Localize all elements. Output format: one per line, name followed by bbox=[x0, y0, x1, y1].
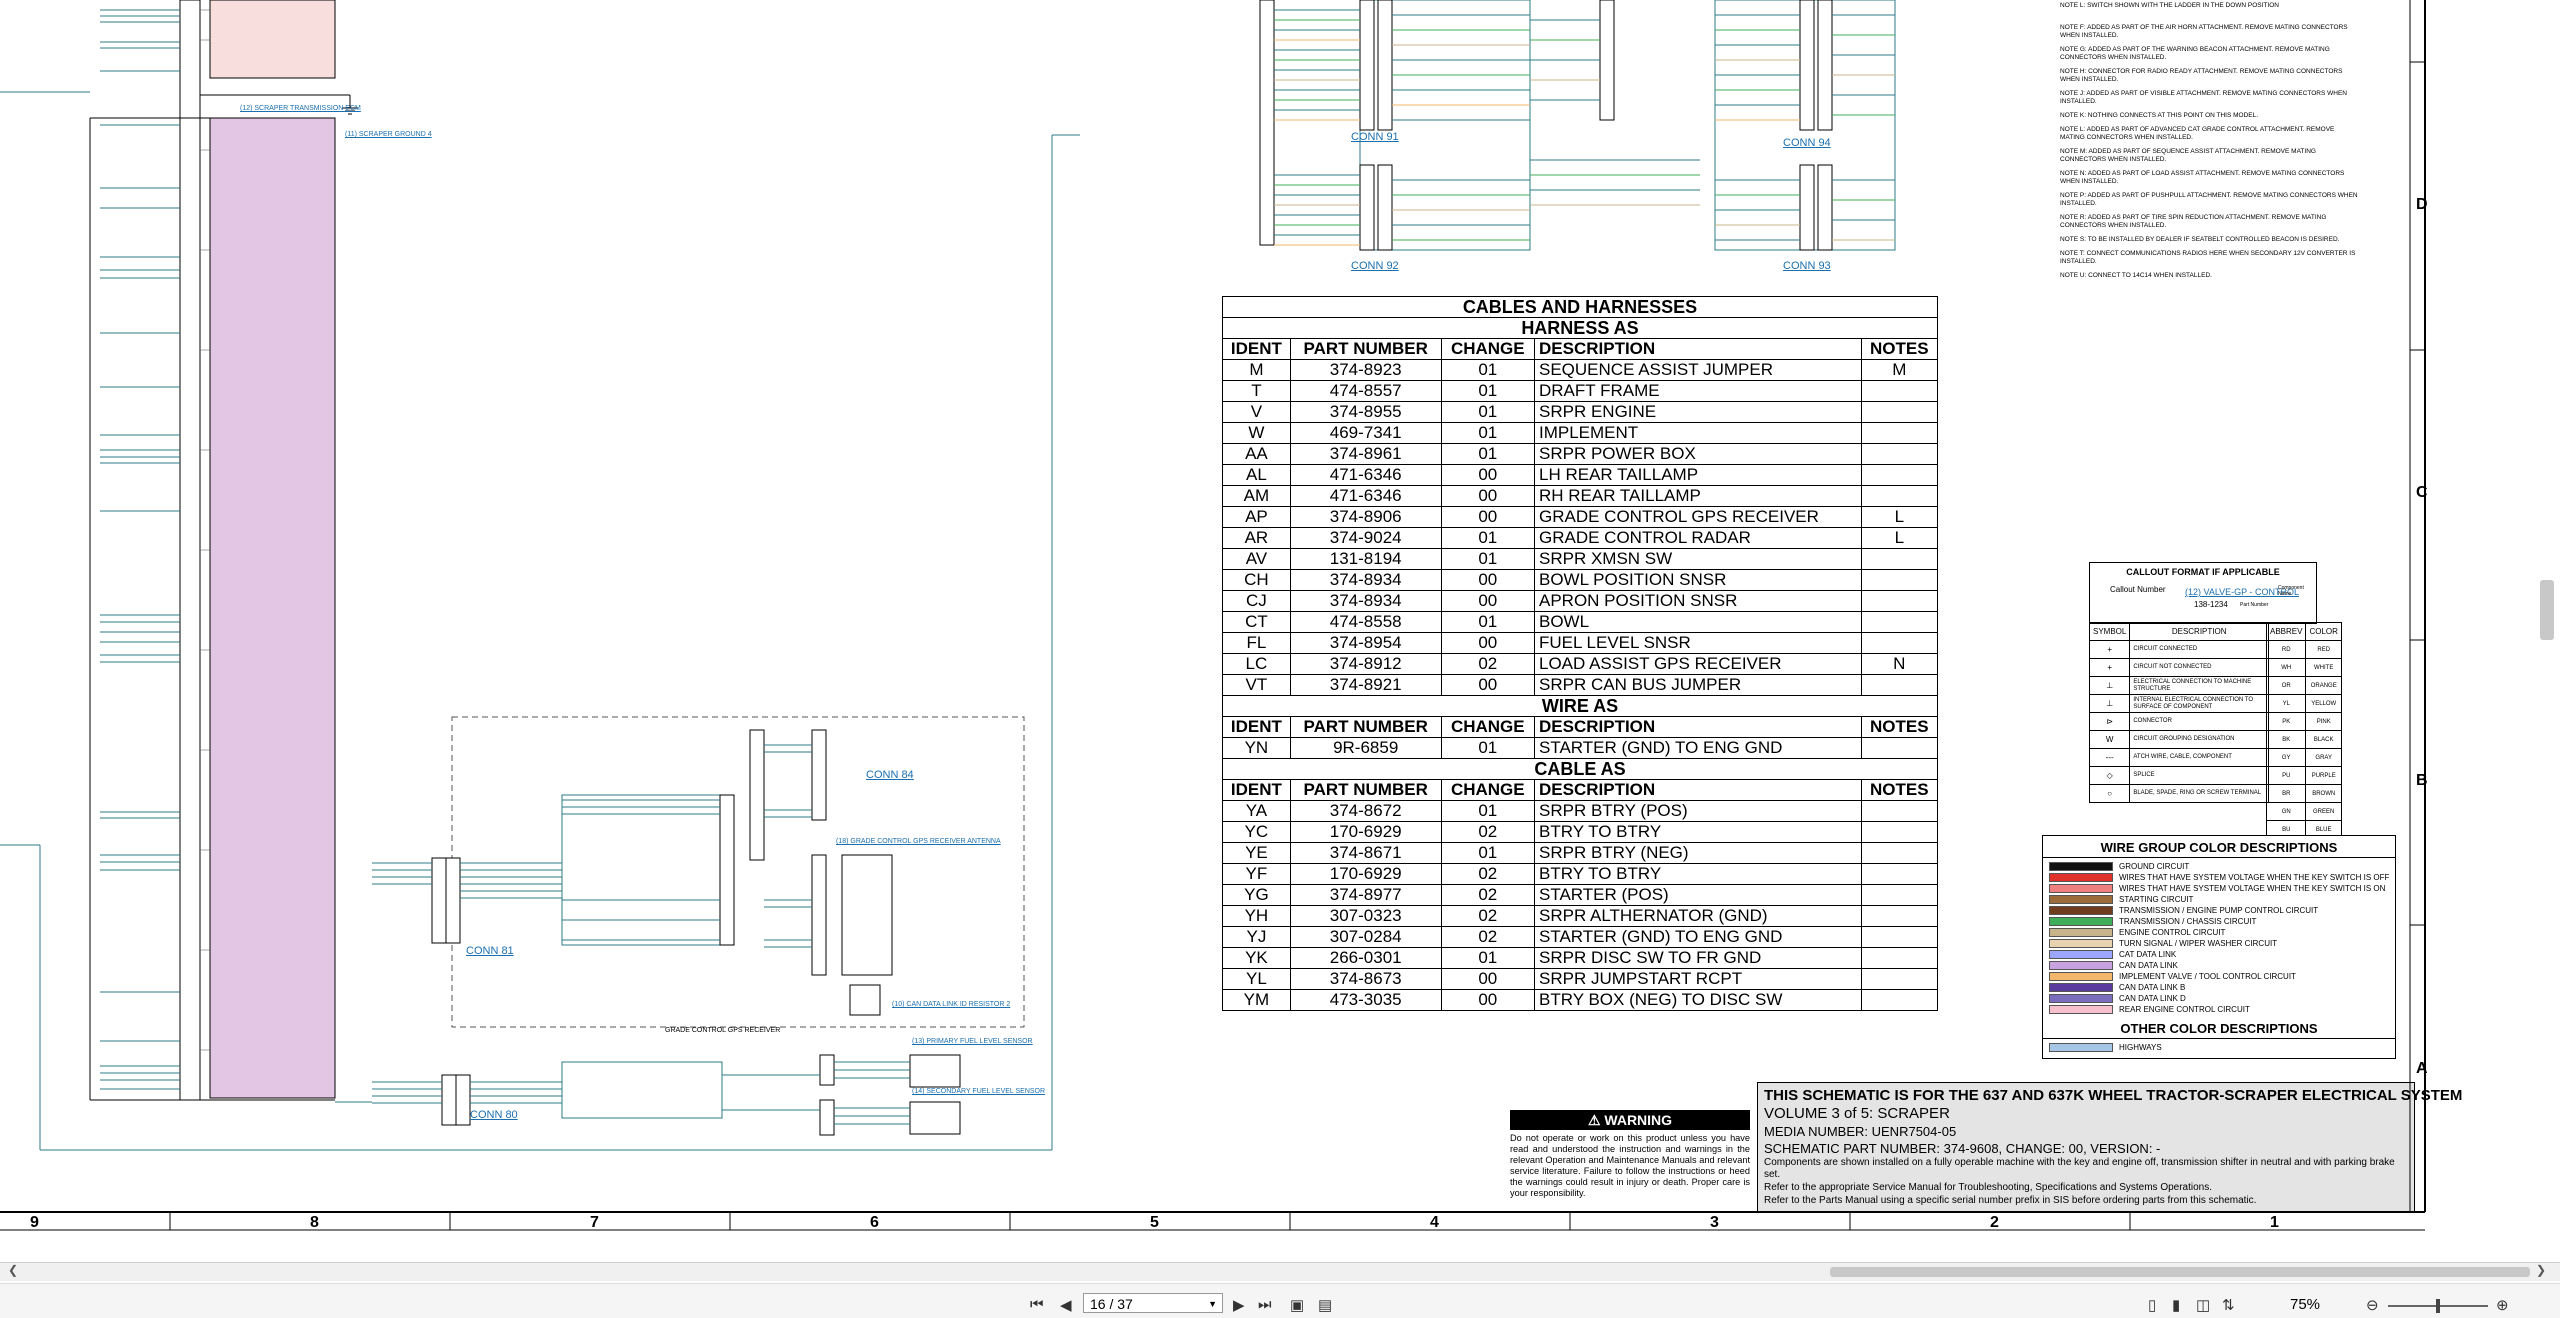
grid-column-label: 1 bbox=[2270, 1214, 2279, 1231]
fit-page-icon[interactable]: ⇅ bbox=[2222, 1296, 2235, 1314]
grid-column-label: 5 bbox=[1150, 1214, 1159, 1231]
drawing-frame bbox=[0, 0, 2426, 1231]
last-page-icon[interactable]: ⏭ bbox=[1258, 1296, 1272, 1313]
continuous-page-icon[interactable]: ▮ bbox=[2172, 1296, 2180, 1314]
scrollbar-thumb[interactable] bbox=[1830, 1267, 2530, 1277]
schematic-sheet: CONN 91 CONN 92 CONN 93 CONN 94 CONN 84 … bbox=[0, 0, 2462, 1231]
zoom-out-icon[interactable]: ⊖ bbox=[2366, 1296, 2379, 1314]
grid-row-label: B bbox=[2416, 772, 2428, 789]
grid-row-label: A bbox=[2416, 1060, 2428, 1077]
horizontal-scrollbar[interactable]: ❮ ❯ bbox=[0, 1262, 2560, 1281]
zoom-level[interactable]: 75% bbox=[2290, 1296, 2320, 1313]
view-mode-icon[interactable]: ▣ bbox=[1290, 1296, 1304, 1314]
page-number-field[interactable]: 16 / 37 ▼ bbox=[1083, 1293, 1223, 1313]
grid-column-label: 4 bbox=[1430, 1214, 1439, 1231]
zoom-in-icon[interactable]: ⊕ bbox=[2496, 1296, 2509, 1314]
scroll-right-arrow-icon[interactable]: ❯ bbox=[2536, 1263, 2546, 1277]
first-page-icon[interactable]: ⏮ bbox=[1030, 1296, 1044, 1313]
vertical-scrollbar-thumb[interactable] bbox=[2540, 580, 2554, 640]
single-page-icon[interactable]: ▯ bbox=[2148, 1296, 2156, 1314]
grid-column-label: 2 bbox=[1990, 1214, 1999, 1231]
chevron-down-icon: ▼ bbox=[1208, 1299, 1217, 1309]
next-page-icon[interactable]: ▶ bbox=[1233, 1296, 1245, 1314]
grid-column-label: 8 bbox=[310, 1214, 319, 1231]
prev-page-icon[interactable]: ◀ bbox=[1060, 1296, 1072, 1314]
grid-row-label: D bbox=[2416, 196, 2428, 213]
scroll-left-arrow-icon[interactable]: ❮ bbox=[8, 1263, 18, 1277]
grid-column-label: 9 bbox=[30, 1214, 39, 1231]
two-page-icon[interactable]: ◫ bbox=[2196, 1296, 2210, 1314]
grid-column-label: 7 bbox=[590, 1214, 599, 1231]
grid-column-label: 3 bbox=[1710, 1214, 1719, 1231]
view-mode-alt-icon[interactable]: ▤ bbox=[1318, 1296, 1332, 1314]
zoom-slider[interactable] bbox=[2388, 1299, 2488, 1313]
zoom-slider-handle[interactable] bbox=[2436, 1299, 2440, 1313]
grid-row-label: C bbox=[2416, 484, 2428, 501]
grid-column-label: 6 bbox=[870, 1214, 879, 1231]
